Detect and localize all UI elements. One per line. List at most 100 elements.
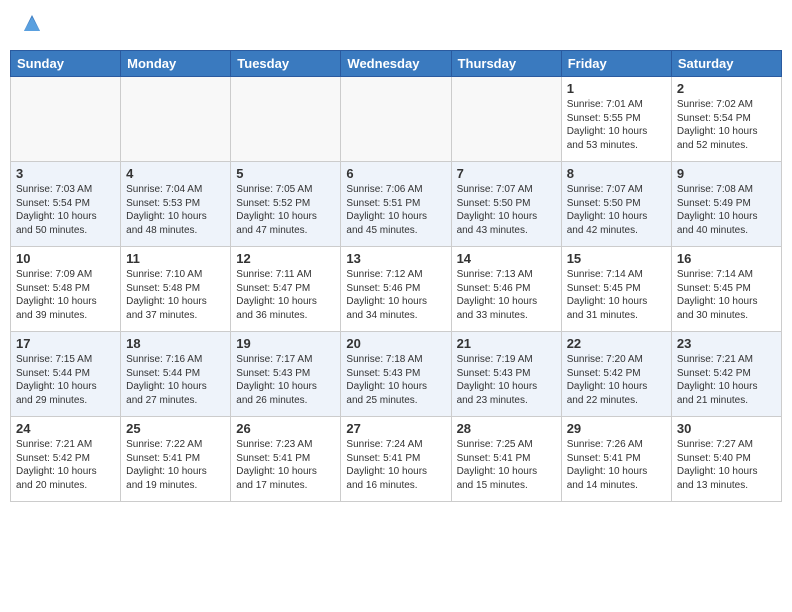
- day-info: Sunrise: 7:06 AM Sunset: 5:51 PM Dayligh…: [346, 183, 445, 237]
- calendar-day: 26 Sunrise: 7:23 AM Sunset: 5:41 PM Dayli…: [231, 417, 341, 502]
- day-number: 25: [126, 421, 225, 436]
- calendar-day: [341, 77, 451, 162]
- day-info: Sunrise: 7:21 AM Sunset: 5:42 PM Dayligh…: [677, 353, 776, 407]
- day-number: 16: [677, 251, 776, 266]
- calendar-week-row: 17 Sunrise: 7:15 AM Sunset: 5:44 PM Dayli…: [11, 332, 782, 417]
- day-info: Sunrise: 7:11 AM Sunset: 5:47 PM Dayligh…: [236, 268, 335, 322]
- calendar-day: 15Sunrise: 7:14 AM Sunset: 5:45 PM Dayli…: [561, 247, 671, 332]
- day-number: 18: [126, 336, 225, 351]
- calendar-day: 1 Sunrise: 7:01 AM Sunset: 5:55 PM Daylig…: [561, 77, 671, 162]
- day-info: Sunrise: 7:02 AM Sunset: 5:54 PM Dayligh…: [677, 98, 776, 152]
- day-info: Sunrise: 7:05 AM Sunset: 5:52 PM Dayligh…: [236, 183, 335, 237]
- calendar-week-row: 1 Sunrise: 7:01 AM Sunset: 5:55 PM Daylig…: [11, 77, 782, 162]
- day-number: 1: [567, 81, 666, 96]
- calendar-day: 17 Sunrise: 7:15 AM Sunset: 5:44 PM Dayli…: [11, 332, 121, 417]
- day-number: 19: [236, 336, 335, 351]
- weekday-header-wednesday: Wednesday: [341, 51, 451, 77]
- day-number: 6: [346, 166, 445, 181]
- day-info: Sunrise: 7:13 AM Sunset: 5:46 PM Dayligh…: [457, 268, 556, 322]
- calendar-day: 25 Sunrise: 7:22 AM Sunset: 5:41 PM Dayli…: [121, 417, 231, 502]
- calendar-day: 23 Sunrise: 7:21 AM Sunset: 5:42 PM Dayli…: [671, 332, 781, 417]
- day-info: Sunrise: 7:15 AM Sunset: 5:44 PM Dayligh…: [16, 353, 115, 407]
- day-info: Sunrise: 7:24 AM Sunset: 5:41 PM Dayligh…: [346, 438, 445, 492]
- calendar-day: 6 Sunrise: 7:06 AM Sunset: 5:51 PM Daylig…: [341, 162, 451, 247]
- day-number: 29: [567, 421, 666, 436]
- calendar-day: 10Sunrise: 7:09 AM Sunset: 5:48 PM Dayli…: [11, 247, 121, 332]
- day-info: Sunrise: 7:01 AM Sunset: 5:55 PM Dayligh…: [567, 98, 666, 152]
- logo-icon: [22, 13, 42, 33]
- day-number: 26: [236, 421, 335, 436]
- calendar-day: [11, 77, 121, 162]
- calendar-day: 11 Sunrise: 7:10 AM Sunset: 5:48 PM Dayli…: [121, 247, 231, 332]
- calendar-day: 27 Sunrise: 7:24 AM Sunset: 5:41 PM Dayli…: [341, 417, 451, 502]
- day-number: 3: [16, 166, 115, 181]
- day-info: Sunrise: 7:14 AM Sunset: 5:45 PM Dayligh…: [677, 268, 776, 322]
- day-number: 17: [16, 336, 115, 351]
- day-info: Sunrise: 7:19 AM Sunset: 5:43 PM Dayligh…: [457, 353, 556, 407]
- weekday-header-thursday: Thursday: [451, 51, 561, 77]
- day-info: Sunrise: 7:10 AM Sunset: 5:48 PM Dayligh…: [126, 268, 225, 322]
- weekday-header-saturday: Saturday: [671, 51, 781, 77]
- calendar-day: 16 Sunrise: 7:14 AM Sunset: 5:45 PM Dayli…: [671, 247, 781, 332]
- day-info: Sunrise: 7:12 AM Sunset: 5:46 PM Dayligh…: [346, 268, 445, 322]
- calendar-table: SundayMondayTuesdayWednesdayThursdayFrid…: [10, 50, 782, 502]
- calendar-day: 21 Sunrise: 7:19 AM Sunset: 5:43 PM Dayli…: [451, 332, 561, 417]
- day-number: 10: [16, 251, 115, 266]
- day-number: 22: [567, 336, 666, 351]
- calendar-day: 18 Sunrise: 7:16 AM Sunset: 5:44 PM Dayli…: [121, 332, 231, 417]
- calendar-day: [231, 77, 341, 162]
- day-info: Sunrise: 7:20 AM Sunset: 5:42 PM Dayligh…: [567, 353, 666, 407]
- day-number: 13: [346, 251, 445, 266]
- calendar-day: 8 Sunrise: 7:07 AM Sunset: 5:50 PM Daylig…: [561, 162, 671, 247]
- day-number: 9: [677, 166, 776, 181]
- calendar-week-row: 3 Sunrise: 7:03 AM Sunset: 5:54 PM Daylig…: [11, 162, 782, 247]
- calendar-day: 3 Sunrise: 7:03 AM Sunset: 5:54 PM Daylig…: [11, 162, 121, 247]
- calendar-day: [121, 77, 231, 162]
- day-number: 20: [346, 336, 445, 351]
- day-number: 2: [677, 81, 776, 96]
- weekday-header-sunday: Sunday: [11, 51, 121, 77]
- calendar-day: 19 Sunrise: 7:17 AM Sunset: 5:43 PM Dayli…: [231, 332, 341, 417]
- day-number: 11: [126, 251, 225, 266]
- calendar-day: 29 Sunrise: 7:26 AM Sunset: 5:41 PM Dayli…: [561, 417, 671, 502]
- calendar-day: 4Sunrise: 7:04 AM Sunset: 5:53 PM Daylig…: [121, 162, 231, 247]
- day-info: Sunrise: 7:07 AM Sunset: 5:50 PM Dayligh…: [457, 183, 556, 237]
- day-info: Sunrise: 7:17 AM Sunset: 5:43 PM Dayligh…: [236, 353, 335, 407]
- calendar-day: 28 Sunrise: 7:25 AM Sunset: 5:41 PM Dayli…: [451, 417, 561, 502]
- weekday-header-row: SundayMondayTuesdayWednesdayThursdayFrid…: [11, 51, 782, 77]
- day-number: 21: [457, 336, 556, 351]
- calendar-week-row: 10Sunrise: 7:09 AM Sunset: 5:48 PM Dayli…: [11, 247, 782, 332]
- day-number: 27: [346, 421, 445, 436]
- day-number: 28: [457, 421, 556, 436]
- calendar-day: 13 Sunrise: 7:12 AM Sunset: 5:46 PM Dayli…: [341, 247, 451, 332]
- page-header: [10, 10, 782, 40]
- day-info: Sunrise: 7:16 AM Sunset: 5:44 PM Dayligh…: [126, 353, 225, 407]
- calendar-day: 2 Sunrise: 7:02 AM Sunset: 5:54 PM Daylig…: [671, 77, 781, 162]
- day-number: 5: [236, 166, 335, 181]
- day-info: Sunrise: 7:22 AM Sunset: 5:41 PM Dayligh…: [126, 438, 225, 492]
- day-info: Sunrise: 7:14 AM Sunset: 5:45 PM Dayligh…: [567, 268, 666, 322]
- calendar-day: 24Sunrise: 7:21 AM Sunset: 5:42 PM Dayli…: [11, 417, 121, 502]
- calendar-day: 9 Sunrise: 7:08 AM Sunset: 5:49 PM Daylig…: [671, 162, 781, 247]
- day-info: Sunrise: 7:27 AM Sunset: 5:40 PM Dayligh…: [677, 438, 776, 492]
- day-number: 7: [457, 166, 556, 181]
- calendar-day: 22 Sunrise: 7:20 AM Sunset: 5:42 PM Dayli…: [561, 332, 671, 417]
- calendar-day: 14 Sunrise: 7:13 AM Sunset: 5:46 PM Dayli…: [451, 247, 561, 332]
- day-number: 4: [126, 166, 225, 181]
- calendar-day: 7 Sunrise: 7:07 AM Sunset: 5:50 PM Daylig…: [451, 162, 561, 247]
- day-info: Sunrise: 7:26 AM Sunset: 5:41 PM Dayligh…: [567, 438, 666, 492]
- calendar-day: 12Sunrise: 7:11 AM Sunset: 5:47 PM Dayli…: [231, 247, 341, 332]
- day-info: Sunrise: 7:21 AM Sunset: 5:42 PM Dayligh…: [16, 438, 115, 492]
- day-number: 14: [457, 251, 556, 266]
- day-info: Sunrise: 7:03 AM Sunset: 5:54 PM Dayligh…: [16, 183, 115, 237]
- weekday-header-monday: Monday: [121, 51, 231, 77]
- calendar-day: [451, 77, 561, 162]
- day-info: Sunrise: 7:25 AM Sunset: 5:41 PM Dayligh…: [457, 438, 556, 492]
- logo: [20, 15, 42, 35]
- day-info: Sunrise: 7:07 AM Sunset: 5:50 PM Dayligh…: [567, 183, 666, 237]
- day-info: Sunrise: 7:23 AM Sunset: 5:41 PM Dayligh…: [236, 438, 335, 492]
- day-info: Sunrise: 7:08 AM Sunset: 5:49 PM Dayligh…: [677, 183, 776, 237]
- day-info: Sunrise: 7:18 AM Sunset: 5:43 PM Dayligh…: [346, 353, 445, 407]
- day-number: 23: [677, 336, 776, 351]
- day-number: 8: [567, 166, 666, 181]
